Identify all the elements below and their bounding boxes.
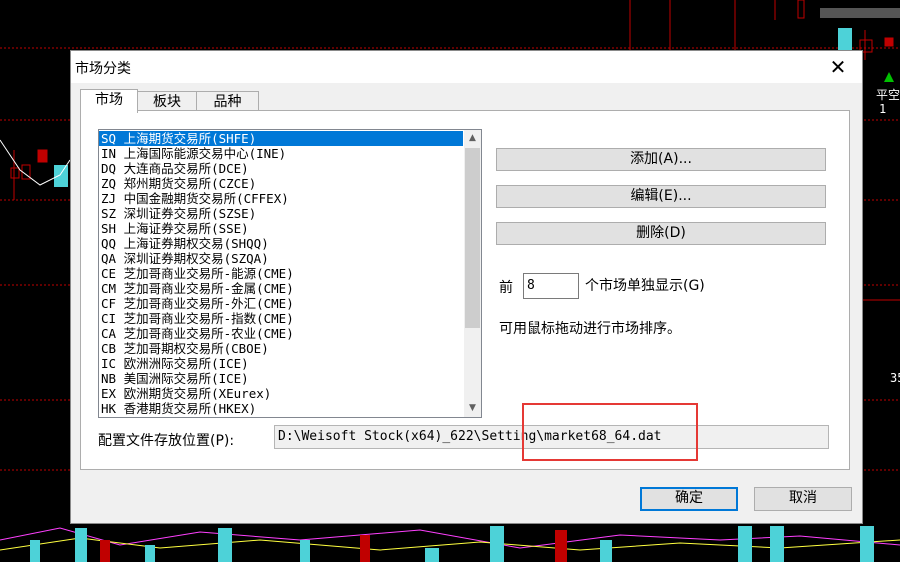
market-list-item[interactable]: CF 芝加哥商业交易所-外汇(CME) — [99, 296, 463, 311]
market-list-item[interactable]: QA 深圳证券期权交易(SZQA) — [99, 251, 463, 266]
market-list-item[interactable]: ZQ 郑州期货交易所(CZCE) — [99, 176, 463, 191]
scroll-thumb[interactable] — [465, 148, 480, 328]
count-prefix-label: 前 — [499, 280, 513, 296]
market-list-item[interactable]: DQ 大连商品交易所(DCE) — [99, 161, 463, 176]
annotation-highlight-box — [522, 403, 698, 461]
market-list-item[interactable]: QQ 上海证券期权交易(SHQQ) — [99, 236, 463, 251]
market-list-item[interactable]: EX 欧洲期货交易所(XEurex) — [99, 386, 463, 401]
sort-hint-label: 可用鼠标拖动进行市场排序。 — [499, 321, 681, 337]
market-tab-panel: SQ 上海期货交易所(SHFE) IN 上海国际能源交易中心(INE) DQ 大连商… — [80, 110, 850, 470]
price-axis-label: 35 — [890, 371, 900, 385]
market-list-item[interactable]: SQ 上海期货交易所(SHFE) — [99, 131, 463, 146]
tab-market[interactable]: 市场 — [80, 89, 138, 113]
dialog-titlebar: 市场分类 ✕ — [71, 51, 862, 83]
listbox-scrollbar[interactable]: ▲ ▼ — [464, 130, 481, 417]
market-list-item[interactable]: IC 欧洲洲际交易所(ICE) — [99, 356, 463, 371]
close-icon[interactable]: ✕ — [826, 55, 850, 79]
market-list-item[interactable]: ZJ 中国金融期货交易所(CFFEX) — [99, 191, 463, 206]
scroll-down-icon[interactable]: ▼ — [464, 400, 481, 417]
cancel-button[interactable]: 取消 — [754, 487, 852, 511]
market-count-input[interactable]: 8 — [523, 273, 579, 299]
market-list-item[interactable]: CM 芝加哥商业交易所-金属(CME) — [99, 281, 463, 296]
position-label: 平空 — [876, 88, 900, 102]
market-list-item[interactable]: HK 香港期货交易所(HKEX) — [99, 401, 463, 416]
market-list: SQ 上海期货交易所(SHFE) IN 上海国际能源交易中心(INE) DQ 大连商… — [99, 131, 463, 416]
market-list-item[interactable]: SZ 深圳证券交易所(SZSE) — [99, 206, 463, 221]
delete-button[interactable]: 删除(D) — [496, 222, 826, 245]
config-path-label: 配置文件存放位置(P): — [98, 433, 235, 449]
ok-button[interactable]: 确定 — [640, 487, 738, 511]
scroll-up-icon[interactable]: ▲ — [464, 130, 481, 147]
market-list-item[interactable]: CE 芝加哥商业交易所-能源(CME) — [99, 266, 463, 281]
tab-variety[interactable]: 品种 — [196, 91, 259, 111]
market-category-dialog: 市场分类 ✕ 市场 板块 品种 SQ 上海期货交易所(SHFE) IN 上海国际能… — [70, 50, 863, 524]
market-list-item[interactable]: SH 上海证券交易所(SSE) — [99, 221, 463, 236]
market-list-item[interactable]: CI 芝加哥商业交易所-指数(CME) — [99, 311, 463, 326]
market-list-item[interactable]: CA 芝加哥商业交易所-农业(CME) — [99, 326, 463, 341]
market-listbox[interactable]: SQ 上海期货交易所(SHFE) IN 上海国际能源交易中心(INE) DQ 大连商… — [98, 129, 482, 418]
tab-sector[interactable]: 板块 — [137, 91, 197, 111]
edit-button[interactable]: 编辑(E)... — [496, 185, 826, 208]
add-button[interactable]: 添加(A)... — [496, 148, 826, 171]
count-suffix-label: 个市场单独显示(G) — [585, 278, 705, 294]
market-list-item[interactable]: CB 芝加哥期权交易所(CBOE) — [99, 341, 463, 356]
position-count-label: 1 — [879, 102, 887, 116]
market-list-item[interactable]: NB 美国洲际交易所(ICE) — [99, 371, 463, 386]
market-list-item[interactable]: IN 上海国际能源交易中心(INE) — [99, 146, 463, 161]
dialog-title: 市场分类 — [75, 61, 131, 77]
